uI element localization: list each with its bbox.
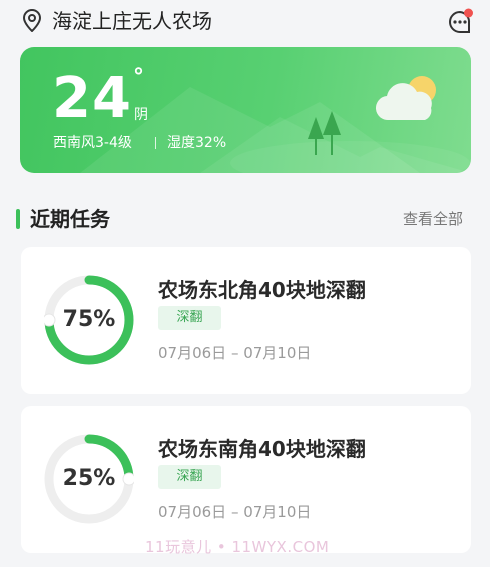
weather-card[interactable]: 24 ° 阴 西南风3-4级 湿度32% [20, 47, 471, 173]
location-title[interactable]: 海淀上庄无人农场 [52, 8, 212, 34]
task-type-tag: 深翻 [158, 465, 221, 489]
degree-symbol: ° [133, 65, 144, 90]
task-dates: 07月06日 – 07月10日 [158, 503, 312, 521]
top-bar: 海淀上庄无人农场 [0, 0, 490, 44]
notification-dot [464, 8, 473, 18]
task-card[interactable]: 25% 农场东南角40块地深翻 深翻 07月06日 – 07月10日 [21, 406, 471, 553]
progress-percent: 75% [62, 307, 116, 332]
temperature: 24 [52, 66, 132, 131]
watermark: 11玩意儿 • 11WYX.COM [145, 538, 330, 556]
progress-percent: 25% [62, 466, 116, 491]
weather-condition: 阴 [134, 107, 148, 123]
cloudy-sun-icon [375, 76, 436, 121]
task-name: 农场东南角40块地深翻 [158, 437, 366, 461]
task-name: 农场东北角40块地深翻 [158, 278, 366, 302]
humidity-info: 湿度32% [167, 135, 227, 151]
task-card[interactable]: 75% 农场东北角40块地深翻 深翻 07月06日 – 07月10日 [21, 247, 471, 394]
divider [155, 137, 156, 149]
task-dates: 07月06日 – 07月10日 [158, 344, 312, 362]
wind-info: 西南风3-4级 [53, 135, 132, 151]
message-icon[interactable] [446, 6, 476, 36]
section-title: 近期任务 [30, 207, 110, 231]
location-pin-icon[interactable] [21, 9, 43, 33]
section-accent-bar [16, 209, 20, 229]
task-type-tag: 深翻 [158, 306, 221, 330]
view-all-link[interactable]: 查看全部 [403, 208, 463, 230]
